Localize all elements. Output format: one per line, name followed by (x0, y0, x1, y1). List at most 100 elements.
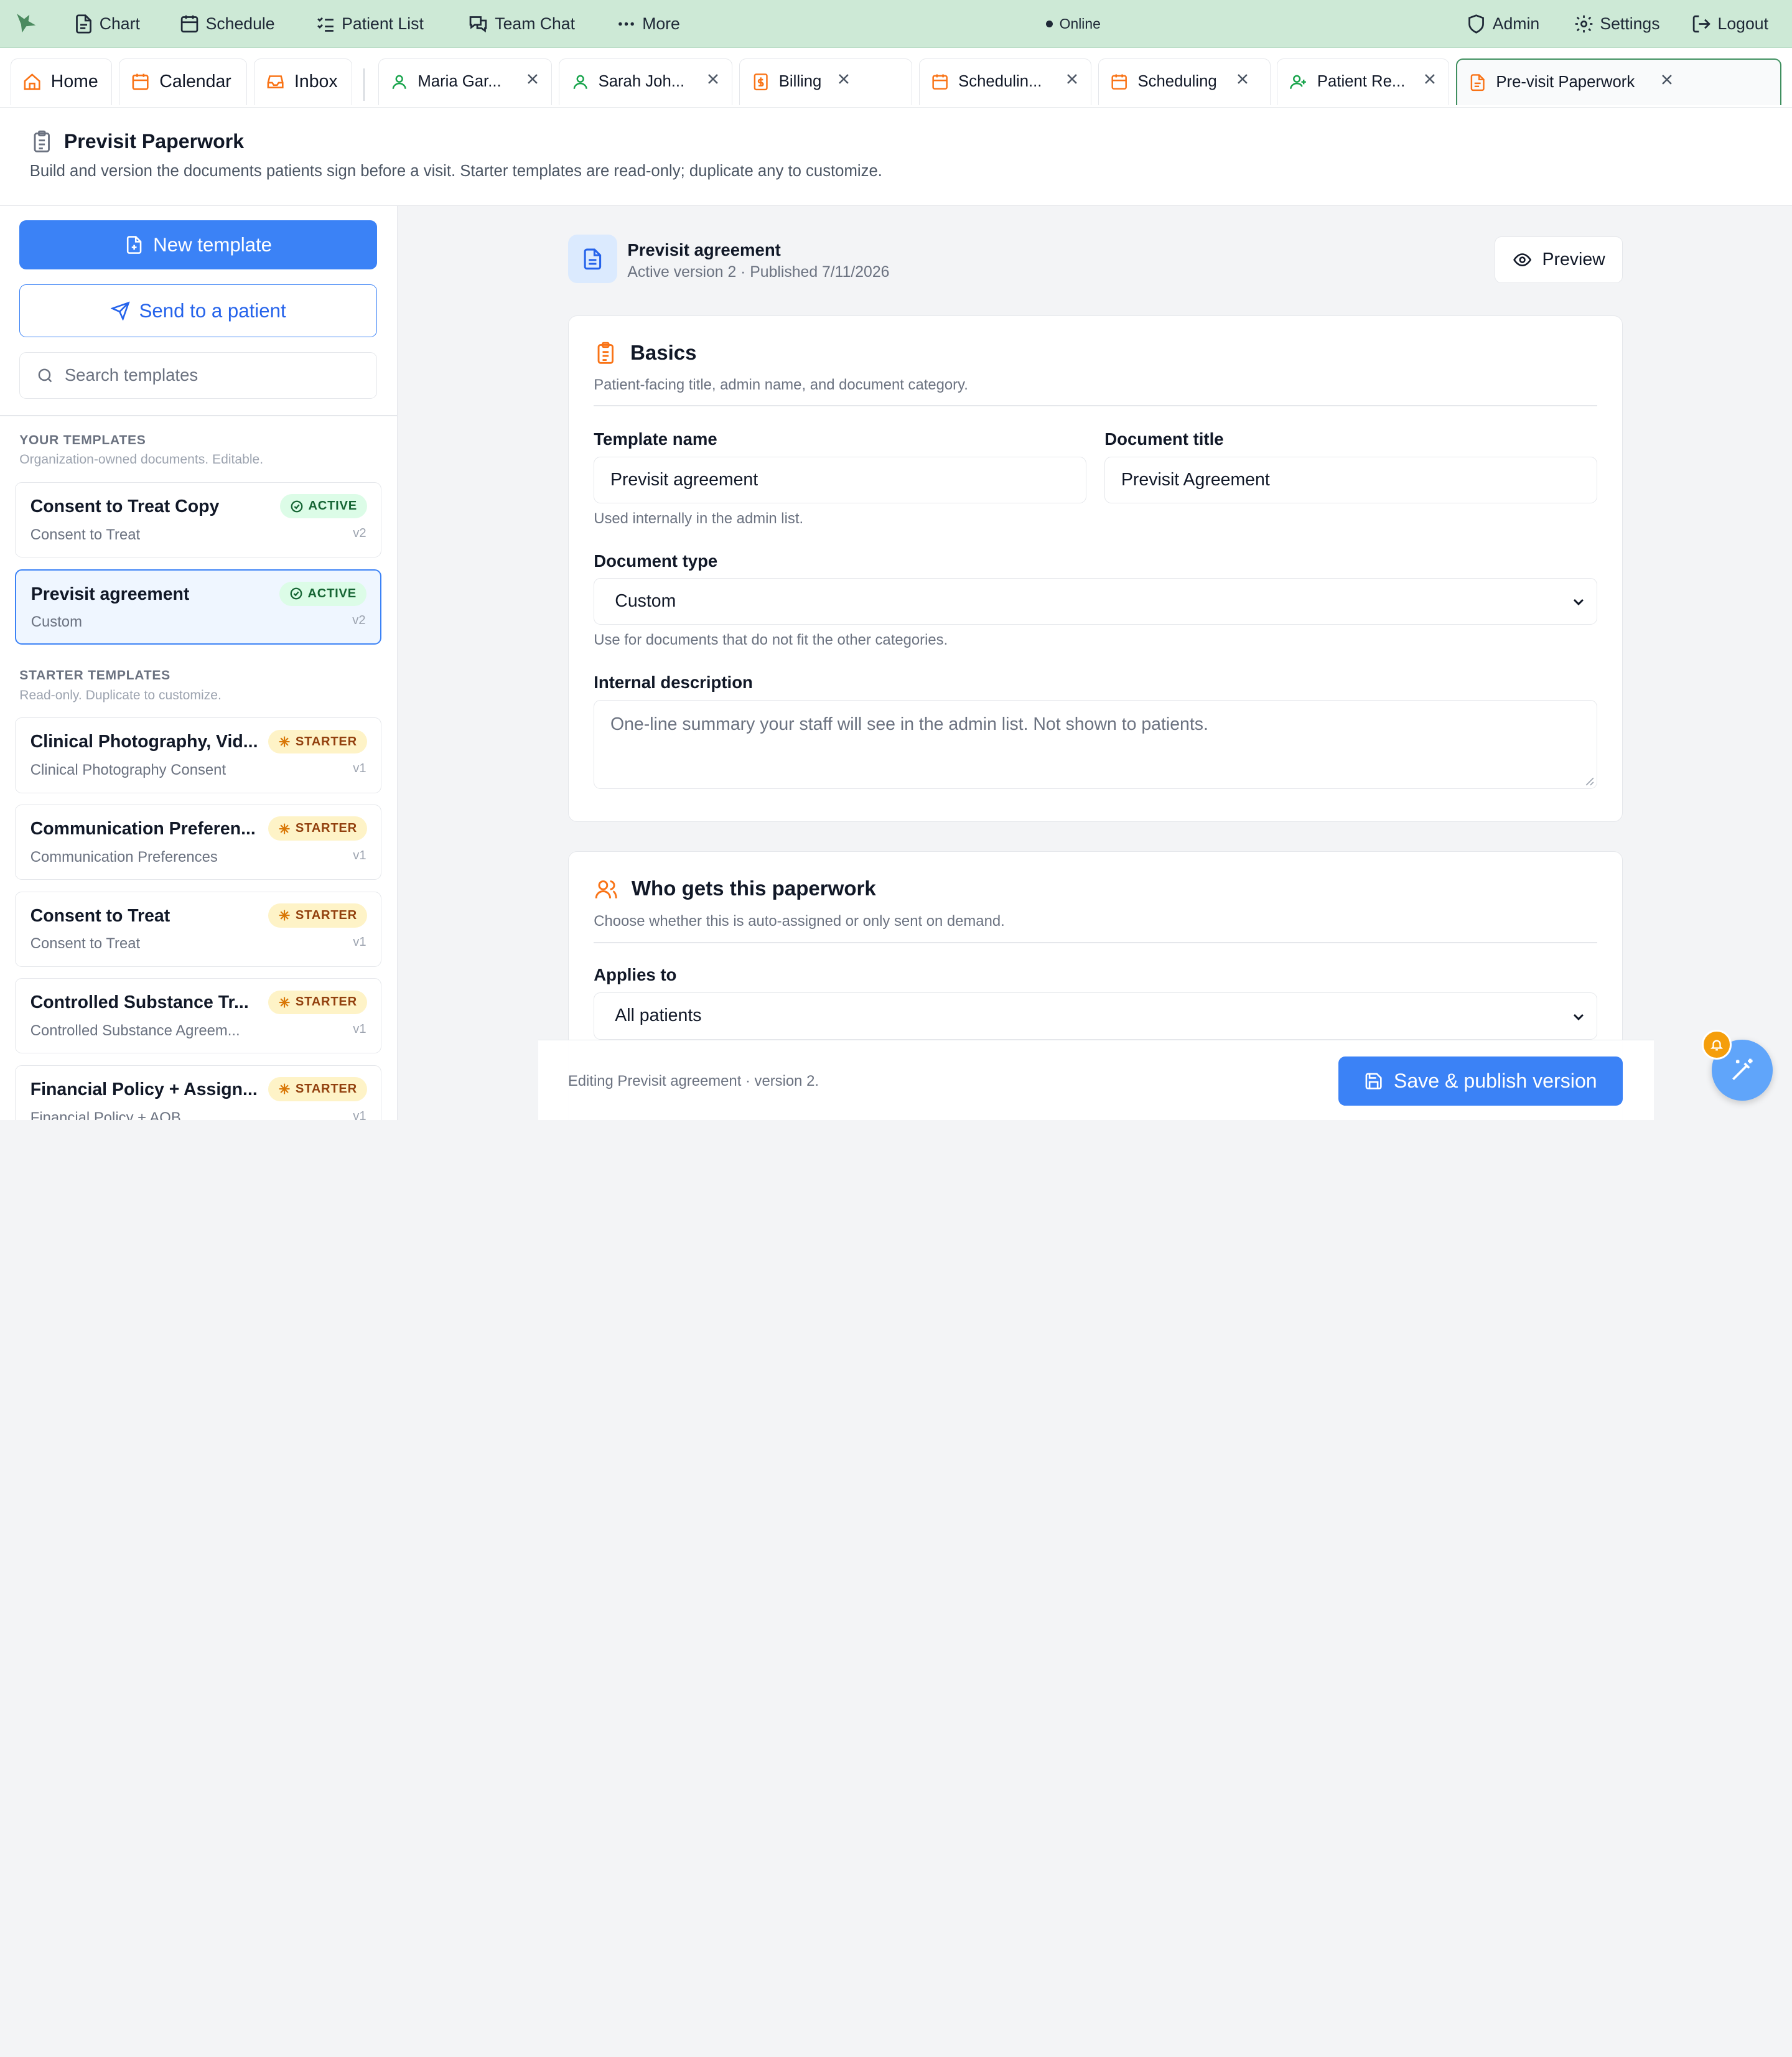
template-name-label: Template name (594, 429, 717, 449)
save-publish-label: Save & publish version (1393, 1070, 1597, 1093)
basics-panel: Basics Patient-facing title, admin name,… (567, 315, 1623, 822)
nav-logout[interactable]: Logout (1691, 0, 1768, 48)
template-card-version: v1 (353, 762, 366, 776)
template-name-input[interactable]: Previsit agreement (594, 456, 1086, 504)
template-search-input[interactable]: Search templates (19, 352, 378, 399)
nav-team-chat[interactable]: Team Chat (467, 0, 575, 48)
nav-more[interactable]: More (616, 0, 680, 48)
your-templates-subtitle: Organization-owned documents. Editable. (19, 452, 264, 467)
preview-button[interactable]: Preview (1495, 236, 1623, 284)
template-name-value: Previsit agreement (610, 469, 758, 490)
tab-sarah-johnson[interactable]: Sarah Joh... (559, 58, 733, 105)
template-card-consent-to-treat-copy[interactable]: Consent to Treat Copy ACTIVE Consent to … (14, 482, 382, 558)
tab-home[interactable]: Home (10, 58, 112, 105)
template-card-version: v1 (353, 1109, 366, 1120)
resize-handle-icon[interactable] (1584, 776, 1595, 786)
tab-scheduling-2[interactable]: Scheduling (1098, 58, 1271, 105)
close-icon[interactable] (525, 72, 540, 86)
calendar-icon (181, 15, 198, 33)
starter-badge: STARTER (268, 816, 368, 841)
template-sidebar: New template Send to a patient Search te… (0, 205, 398, 1120)
sidebar-divider (0, 414, 398, 416)
template-card-title: Clinical Photography, Vid... (30, 732, 258, 752)
template-card-subtitle: Clinical Photography Consent (30, 762, 226, 779)
close-icon[interactable] (706, 72, 721, 86)
check-circle-icon (291, 500, 303, 513)
page-subtitle: Build and version the documents patients… (29, 162, 882, 180)
tab-inbox-label: Inbox (294, 72, 338, 92)
new-template-button[interactable]: New template (19, 220, 378, 270)
status-badge-label: ACTIVE (307, 586, 357, 600)
save-publish-button[interactable]: Save & publish version (1338, 1056, 1623, 1106)
editor-footer: Editing Previsit agreement · version 2. … (538, 1040, 1654, 1120)
tab-scheduling-1[interactable]: Schedulin... (918, 58, 1092, 105)
close-icon[interactable] (1065, 72, 1080, 86)
template-card-controlled-substance[interactable]: Controlled Substance Tr... STARTER Contr… (14, 978, 382, 1054)
online-status-label: Online (1059, 16, 1101, 32)
tab-previsit-paperwork[interactable]: Pre-visit Paperwork (1455, 58, 1782, 105)
close-icon[interactable] (1422, 72, 1437, 86)
nav-chart[interactable]: Chart (73, 0, 140, 48)
document-meta: Active version 2 · Published 7/11/2026 (627, 264, 890, 281)
starter-badge-label: STARTER (295, 1081, 357, 1096)
basics-subtitle: Patient-facing title, admin name, and do… (594, 376, 968, 394)
applies-to-value: All patients (615, 1005, 702, 1026)
app-logo-icon[interactable] (14, 11, 39, 35)
nav-chart-label: Chart (99, 14, 140, 34)
document-type-select[interactable]: Custom (594, 577, 1597, 625)
nav-patient-list[interactable]: Patient List (315, 0, 424, 48)
template-card-previsit-agreement[interactable]: Previsit agreement ACTIVE Custom v2 (14, 569, 382, 645)
nav-settings[interactable]: Settings (1574, 0, 1660, 48)
send-to-patient-button[interactable]: Send to a patient (19, 284, 378, 337)
file-text-icon (75, 14, 91, 34)
applies-to-label: Applies to (594, 965, 677, 985)
your-templates-heading: YOUR TEMPLATES (19, 433, 146, 448)
file-text-icon (1470, 73, 1485, 91)
template-card-financial-policy[interactable]: Financial Policy + Assign... STARTER Fin… (14, 1065, 382, 1120)
internal-description-textarea[interactable]: One-line summary your staff will see in … (594, 700, 1597, 790)
tab-divider (363, 68, 365, 101)
template-card-subtitle: Financial Policy + AOB (30, 1109, 181, 1120)
document-title: Previsit agreement (627, 240, 781, 259)
nav-admin[interactable]: Admin (1466, 0, 1539, 48)
sparkle-icon (279, 823, 290, 834)
tab-inbox[interactable]: Inbox (253, 58, 352, 105)
template-card-title: Previsit agreement (30, 584, 190, 604)
who-gets-subtitle: Choose whether this is auto-assigned or … (594, 912, 1005, 930)
user-icon (392, 75, 406, 89)
eye-icon (1513, 253, 1531, 267)
page-header: Previsit Paperwork Build and version the… (0, 107, 1792, 206)
notification-bell-icon[interactable] (1701, 1029, 1732, 1060)
user-plus-icon (1290, 75, 1306, 89)
document-type-value: Custom (615, 590, 676, 611)
starter-templates-subtitle: Read-only. Duplicate to customize. (19, 688, 222, 702)
template-card-subtitle: Communication Preferences (30, 848, 218, 865)
clipboard-icon (34, 130, 50, 152)
close-icon[interactable] (836, 72, 851, 86)
template-card-consent-to-treat[interactable]: Consent to Treat STARTER Consent to Trea… (14, 891, 382, 967)
file-plus-icon (127, 236, 142, 254)
tab-patient-registration[interactable]: Patient Re... (1276, 58, 1449, 105)
tab-calendar[interactable]: Calendar (119, 58, 247, 105)
send-to-patient-label: Send to a patient (139, 299, 286, 322)
tab-maria-garcia[interactable]: Maria Gar... (378, 58, 553, 105)
template-card-clinical-photography[interactable]: Clinical Photography, Vid... STARTER Cli… (14, 717, 382, 793)
applies-to-select[interactable]: All patients (594, 992, 1597, 1040)
nav-settings-label: Settings (1600, 14, 1660, 34)
page-title: Previsit Paperwork (63, 130, 245, 153)
tab-calendar-label: Calendar (159, 72, 231, 92)
status-badge: ACTIVE (279, 494, 368, 518)
nav-schedule[interactable]: Schedule (179, 0, 275, 48)
status-dot (1045, 21, 1053, 28)
send-icon (110, 301, 130, 321)
close-icon[interactable] (1659, 72, 1674, 87)
template-card-subtitle: Controlled Substance Agreem... (30, 1022, 240, 1039)
internal-description-label: Internal description (594, 672, 753, 692)
template-card-communication-preferences[interactable]: Communication Preferen... STARTER Commun… (14, 805, 382, 880)
new-template-label: New template (153, 233, 273, 256)
document-title-input[interactable]: Previsit Agreement (1104, 456, 1597, 504)
close-icon[interactable] (1235, 72, 1250, 86)
template-card-version: v1 (353, 935, 366, 949)
nav-schedule-label: Schedule (205, 14, 275, 34)
tab-billing[interactable]: Billing (739, 58, 912, 105)
